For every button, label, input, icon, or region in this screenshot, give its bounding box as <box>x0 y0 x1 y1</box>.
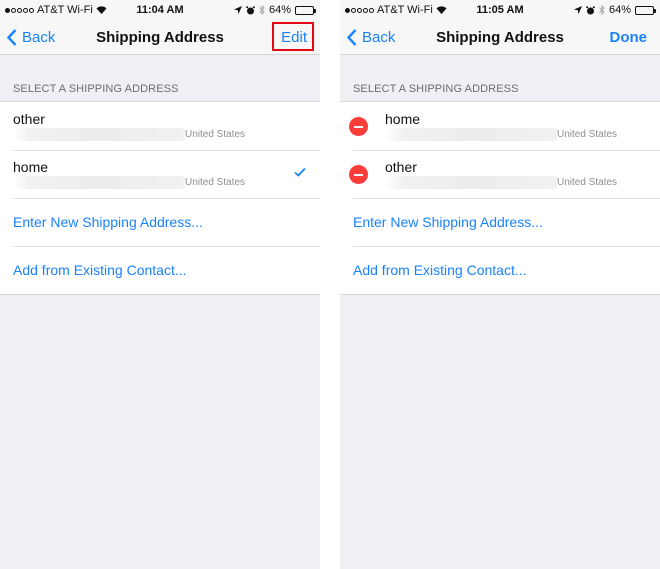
enter-new-address-link[interactable]: Enter New Shipping Address... <box>0 214 203 230</box>
add-from-contact-row[interactable]: Add from Existing Contact... <box>0 246 320 294</box>
top-bar: AT&T Wi-Fi 11:05 AM 64% Back Shipping Ad… <box>340 0 660 55</box>
delete-minus-icon[interactable] <box>349 117 368 136</box>
battery-icon <box>295 5 316 15</box>
back-button[interactable]: Back <box>7 29 55 46</box>
chevron-left-icon <box>347 29 357 46</box>
screen-shipping-address-normal: AT&T Wi-Fi 11:04 AM 64% Back Shipping Ad… <box>0 0 320 569</box>
address-row-home[interactable]: home United States <box>340 102 660 150</box>
redacted-address <box>13 176 185 189</box>
address-line: United States <box>385 128 625 141</box>
address-name: home <box>13 159 49 175</box>
top-bar: AT&T Wi-Fi 11:04 AM 64% Back Shipping Ad… <box>0 0 320 55</box>
address-country: United States <box>557 129 618 140</box>
carrier-info: AT&T Wi-Fi <box>345 4 447 16</box>
address-line: United States <box>13 176 253 189</box>
delete-minus-icon[interactable] <box>349 165 368 184</box>
screen-shipping-address-edit: AT&T Wi-Fi 11:05 AM 64% Back Shipping Ad… <box>340 0 660 569</box>
chevron-left-icon <box>7 29 17 46</box>
status-right: 64% <box>233 4 316 16</box>
signal-strength-icon <box>5 7 34 13</box>
carrier-name: AT&T Wi-Fi <box>37 4 93 16</box>
add-from-contact-row[interactable]: Add from Existing Contact... <box>340 246 660 294</box>
signal-strength-icon <box>345 7 374 13</box>
alarm-icon <box>246 5 255 14</box>
done-button[interactable]: Done <box>610 29 648 46</box>
address-line: United States <box>385 176 625 189</box>
wifi-icon <box>436 6 447 14</box>
battery-percent: 64% <box>268 4 291 16</box>
address-country: United States <box>557 177 618 188</box>
checkmark-icon <box>294 167 306 177</box>
wifi-icon <box>96 6 107 14</box>
address-name: other <box>385 159 417 175</box>
address-row-other[interactable]: other United States <box>340 150 660 198</box>
address-info: other United States <box>13 111 253 141</box>
enter-new-address-link[interactable]: Enter New Shipping Address... <box>340 214 543 230</box>
address-country: United States <box>185 129 246 140</box>
battery-percent: 64% <box>608 4 631 16</box>
redacted-address <box>13 128 185 141</box>
location-arrow-icon <box>573 6 582 14</box>
address-name: other <box>13 111 45 127</box>
address-list: home United States other United States E… <box>340 101 660 295</box>
back-label: Back <box>22 29 56 46</box>
navigation-bar: Back Shipping Address Edit <box>0 20 320 55</box>
back-label: Back <box>362 29 396 46</box>
add-from-contact-link[interactable]: Add from Existing Contact... <box>0 262 187 278</box>
enter-new-address-row[interactable]: Enter New Shipping Address... <box>340 198 660 246</box>
add-from-contact-link[interactable]: Add from Existing Contact... <box>340 262 527 278</box>
redacted-address <box>385 128 557 141</box>
bluetooth-icon <box>599 5 605 15</box>
carrier-info: AT&T Wi-Fi <box>5 4 107 16</box>
status-bar: AT&T Wi-Fi 11:04 AM 64% <box>0 0 320 20</box>
bluetooth-icon <box>259 5 265 15</box>
back-button[interactable]: Back <box>347 29 395 46</box>
address-line: United States <box>13 128 253 141</box>
battery-icon <box>635 5 656 15</box>
location-arrow-icon <box>233 6 242 14</box>
alarm-icon <box>586 5 595 14</box>
address-row-home[interactable]: home United States <box>0 150 320 198</box>
edit-button[interactable]: Edit <box>281 29 307 46</box>
enter-new-address-row[interactable]: Enter New Shipping Address... <box>0 198 320 246</box>
status-bar: AT&T Wi-Fi 11:05 AM 64% <box>340 0 660 20</box>
carrier-name: AT&T Wi-Fi <box>377 4 433 16</box>
address-name: home <box>385 111 421 127</box>
address-row-other[interactable]: other United States <box>0 102 320 150</box>
address-info: home United States <box>13 159 253 189</box>
status-right: 64% <box>573 4 656 16</box>
section-header: SELECT A SHIPPING ADDRESS <box>13 83 179 95</box>
address-info: other United States <box>385 159 625 189</box>
navigation-bar: Back Shipping Address Done <box>340 20 660 55</box>
address-info: home United States <box>385 111 625 141</box>
section-header: SELECT A SHIPPING ADDRESS <box>353 83 519 95</box>
address-country: United States <box>185 177 246 188</box>
redacted-address <box>385 176 557 189</box>
address-list: other United States home United States E… <box>0 101 320 295</box>
